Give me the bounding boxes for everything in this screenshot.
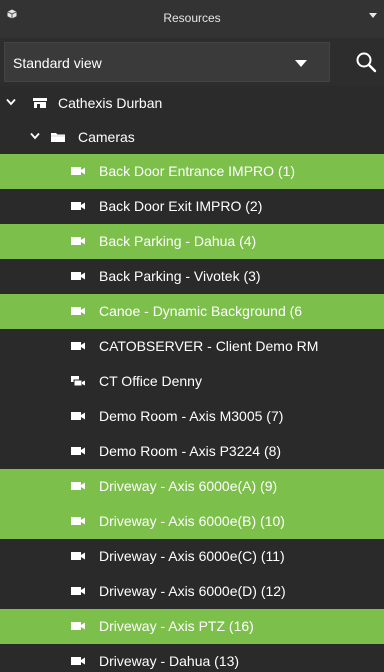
folder-icon bbox=[51, 133, 65, 142]
camera-icon bbox=[71, 587, 85, 595]
camera-row[interactable]: Back Door Exit IMPRO (2) bbox=[0, 189, 384, 224]
camera-row-label: Demo Room - Axis P3224 (8) bbox=[99, 443, 282, 459]
camera-row-label: Demo Room - Axis M3005 (7) bbox=[99, 408, 284, 424]
expand-chevron-icon[interactable] bbox=[6, 98, 16, 106]
camera-icon bbox=[71, 482, 85, 490]
chevron-down-icon[interactable] bbox=[368, 12, 378, 20]
resource-tree: Cathexis Durban Cameras Back Door Entran… bbox=[0, 86, 384, 672]
camera-list: Back Door Entrance IMPRO (1) Back Door Ex… bbox=[0, 154, 384, 672]
camera-row-label: CT Office Denny bbox=[99, 373, 202, 389]
camera-row[interactable]: Driveway - Axis 6000e(B) (10) bbox=[0, 504, 384, 539]
camera-row[interactable]: Back Parking - Vivotek (3) bbox=[0, 259, 384, 294]
panel-title: Resources bbox=[163, 11, 221, 25]
camera-row-label: Driveway - Axis 6000e(D) (12) bbox=[99, 583, 286, 599]
camera-row-label: Back Door Exit IMPRO (2) bbox=[99, 198, 263, 214]
camera-icon bbox=[71, 342, 85, 350]
camera-row[interactable]: Back Door Entrance IMPRO (1) bbox=[0, 154, 384, 189]
camera-icon bbox=[71, 517, 85, 525]
camera-icon bbox=[71, 447, 85, 455]
camera-row[interactable]: Driveway - Dahua (13) bbox=[0, 644, 384, 672]
camera-icon bbox=[71, 237, 85, 245]
view-dropdown[interactable]: Standard view bbox=[4, 42, 330, 82]
tree-node-folder[interactable]: Cameras bbox=[0, 120, 384, 154]
expand-chevron-icon[interactable] bbox=[30, 132, 40, 140]
tree-node-site[interactable]: Cathexis Durban bbox=[0, 86, 384, 120]
camera-icon bbox=[71, 202, 85, 210]
camera-row-label: Back Door Entrance IMPRO (1) bbox=[99, 163, 296, 179]
camera-icon bbox=[71, 307, 85, 315]
camera-row[interactable]: Driveway - Axis 6000e(A) (9) bbox=[0, 469, 384, 504]
camera-row-label: Driveway - Axis 6000e(A) (9) bbox=[99, 478, 278, 494]
camera-row-label: Back Parking - Vivotek (3) bbox=[99, 268, 261, 284]
camera-row[interactable]: Driveway - Axis 6000e(C) (11) bbox=[0, 539, 384, 574]
camera-row[interactable]: CT Office Denny bbox=[0, 364, 384, 399]
camera-row-label: Driveway - Axis PTZ (16) bbox=[99, 618, 254, 634]
panel-titlebar: Resources bbox=[0, 0, 384, 38]
view-dropdown-value: Standard view bbox=[13, 55, 102, 71]
camera-icon bbox=[71, 412, 85, 420]
search-icon[interactable] bbox=[354, 50, 378, 74]
camera-row-label: Driveway - Dahua (13) bbox=[99, 653, 240, 669]
camera-row-label: CATOBSERVER - Client Demo RM bbox=[99, 338, 319, 354]
camera-row-label: Driveway - Axis 6000e(C) (11) bbox=[99, 548, 285, 564]
camera-row[interactable]: Demo Room - Axis M3005 (7) bbox=[0, 399, 384, 434]
camera-icon bbox=[71, 657, 85, 665]
camera-row[interactable]: Canoe - Dynamic Background (6 bbox=[0, 294, 384, 329]
camera-icon bbox=[71, 167, 85, 175]
server-icon bbox=[33, 98, 47, 108]
dropdown-caret-icon bbox=[295, 60, 307, 67]
camera-icon bbox=[71, 622, 85, 630]
camera-row[interactable]: Back Parking - Dahua (4) bbox=[0, 224, 384, 259]
camera-row[interactable]: CATOBSERVER - Client Demo RM bbox=[0, 329, 384, 364]
view-toolbar: Standard view bbox=[0, 38, 384, 86]
camera-icon bbox=[71, 552, 85, 560]
tree-node-label: Cathexis Durban bbox=[58, 95, 163, 111]
camera-row-label: Canoe - Dynamic Background (6 bbox=[99, 303, 303, 319]
camera-row[interactable]: Driveway - Axis 6000e(D) (12) bbox=[0, 574, 384, 609]
camera-row[interactable]: Demo Room - Axis P3224 (8) bbox=[0, 434, 384, 469]
camera-row-label: Driveway - Axis 6000e(B) (10) bbox=[99, 513, 285, 529]
camera-group-icon bbox=[71, 376, 85, 387]
camera-row[interactable]: Driveway - Axis PTZ (16) bbox=[0, 609, 384, 644]
camera-row-label: Back Parking - Dahua (4) bbox=[99, 233, 257, 249]
tree-node-label: Cameras bbox=[78, 129, 135, 145]
camera-icon bbox=[71, 272, 85, 280]
